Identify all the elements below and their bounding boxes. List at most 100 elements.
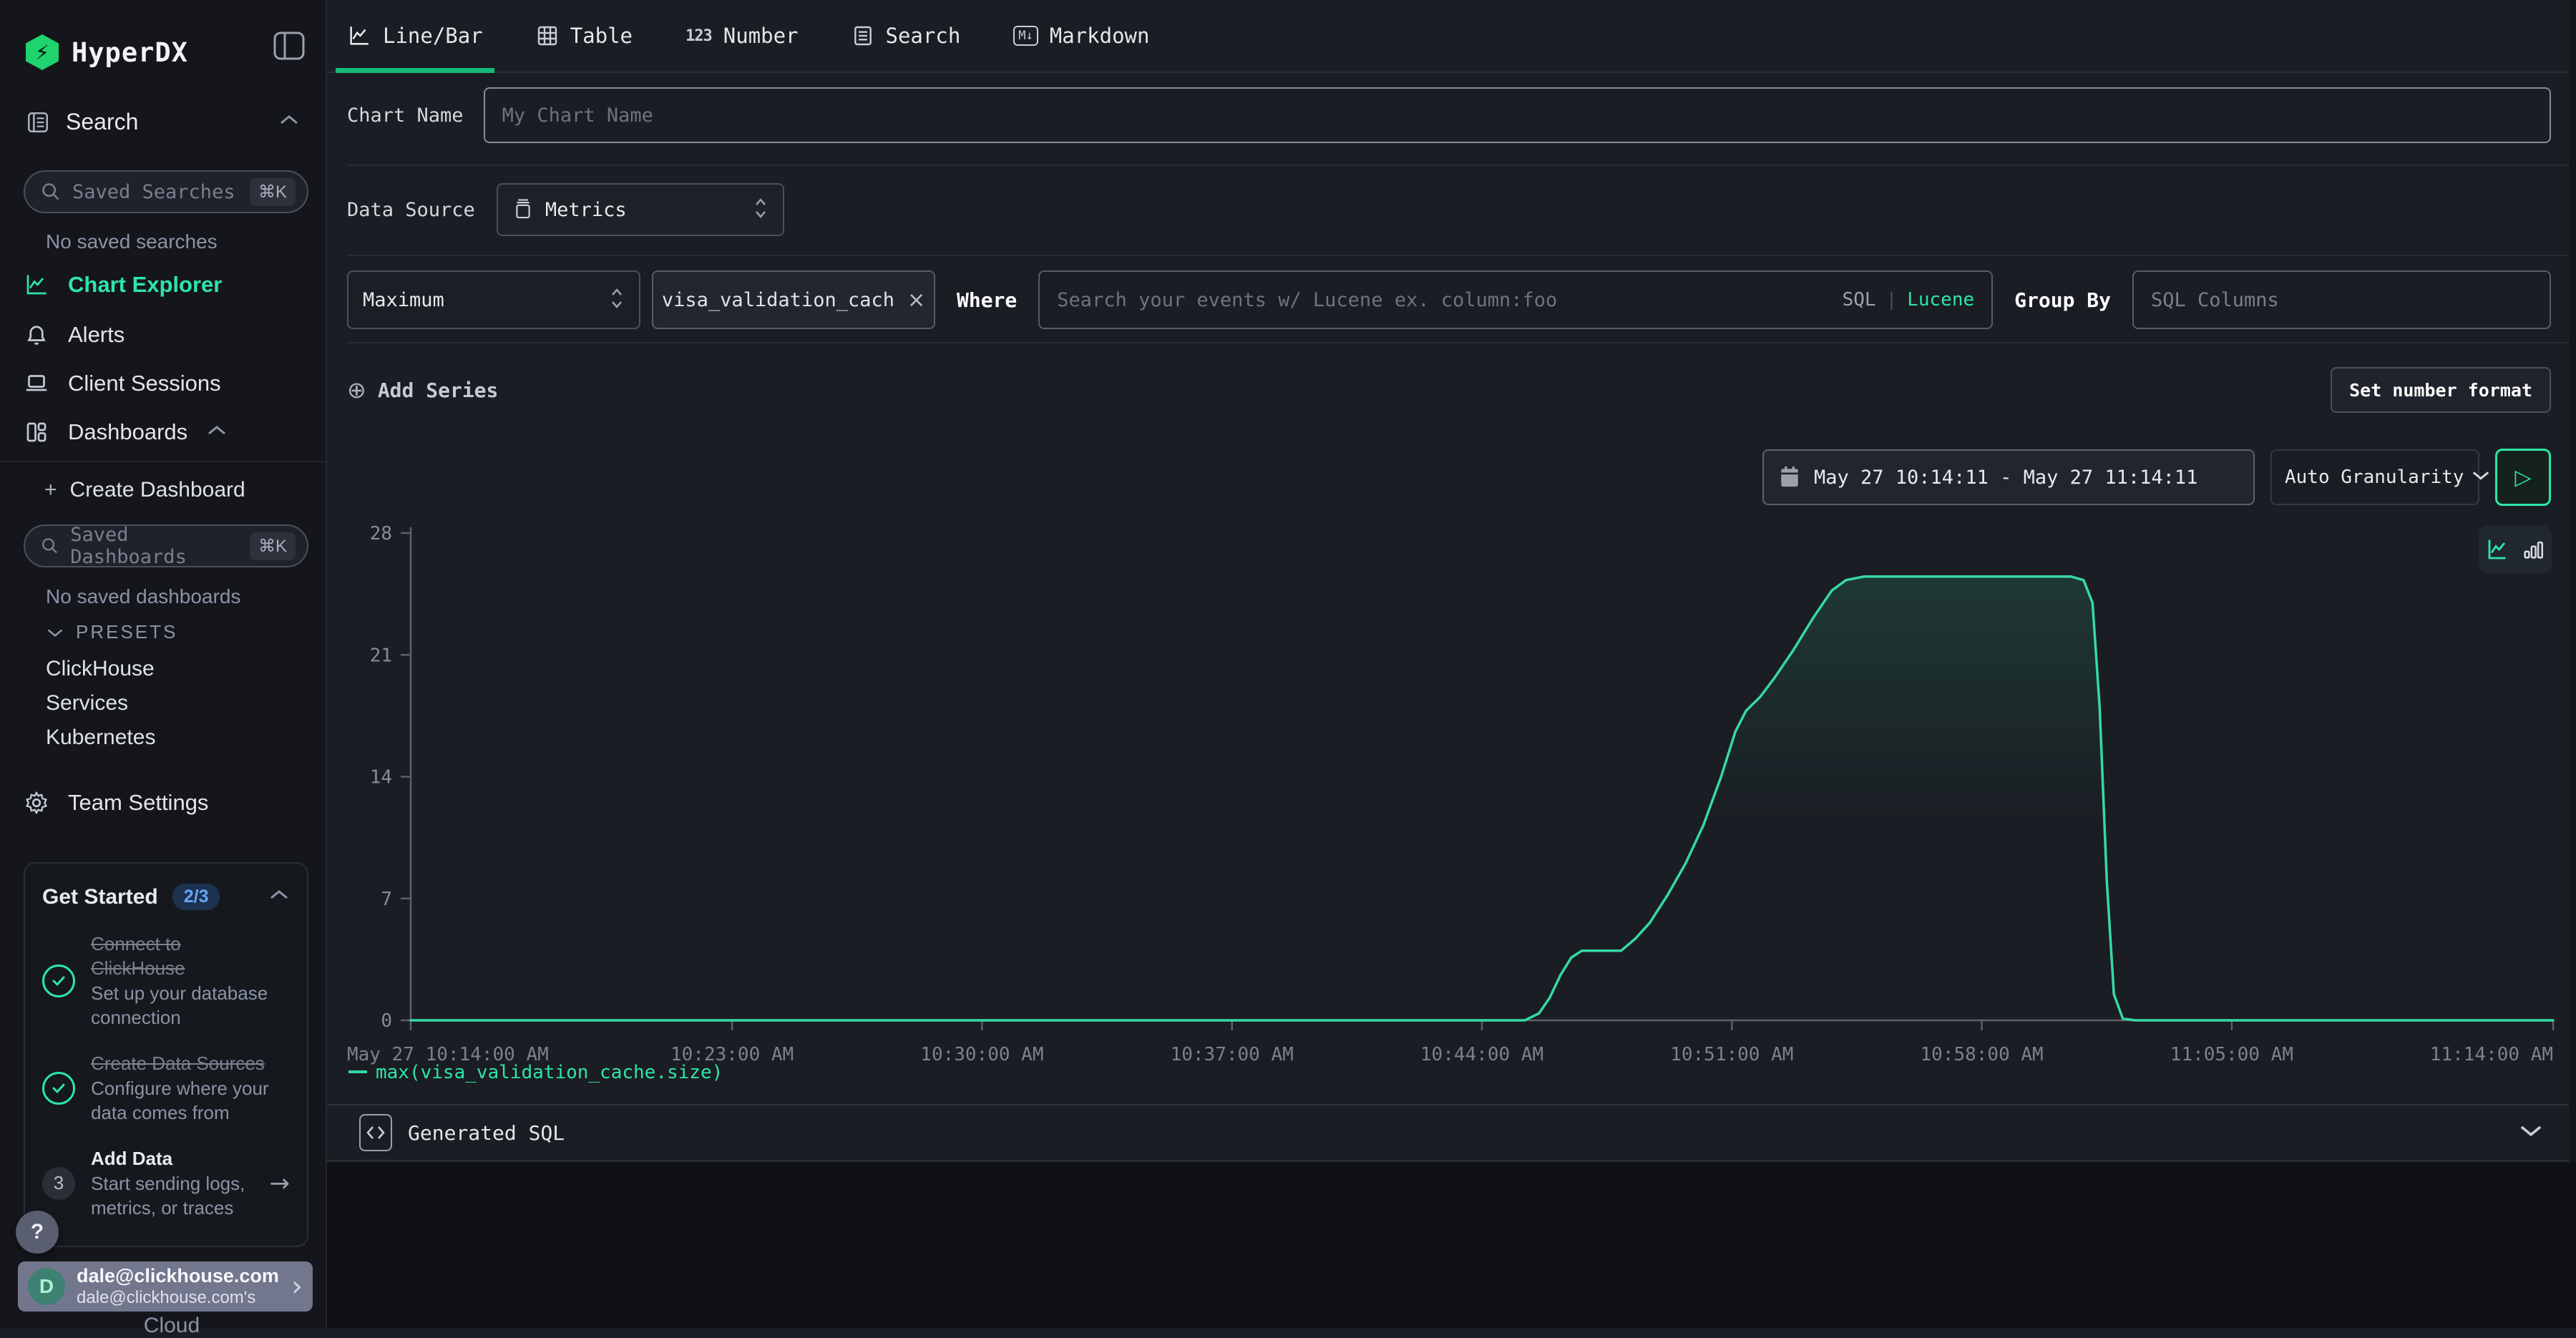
saved-searches-input[interactable]: Saved Searches ⌘K — [24, 170, 308, 213]
chevron-down-icon — [2518, 1123, 2544, 1142]
line-chart-icon — [347, 24, 371, 48]
tab-label: Line/Bar — [383, 24, 483, 48]
database-icon — [512, 198, 534, 221]
tab-line-bar[interactable]: Line/Bar — [347, 0, 483, 72]
chart-name-input[interactable] — [484, 87, 2551, 143]
data-source-value: Metrics — [545, 199, 627, 221]
help-button[interactable]: ? — [16, 1211, 59, 1254]
bell-icon — [24, 322, 49, 348]
set-number-format-button[interactable]: Set number format — [2331, 367, 2551, 413]
search-icon — [41, 536, 59, 556]
get-started-item-title: Create Data Sources — [91, 1053, 265, 1074]
svg-text:11:14:00 AM: 11:14:00 AM — [2430, 1044, 2553, 1065]
data-source-row: Data Source Metrics — [347, 183, 2551, 236]
metric-field-tag[interactable]: visa_validation_cach × — [652, 270, 935, 329]
chart-name-row: Chart Name — [347, 87, 2551, 143]
sql-mode-button[interactable]: SQL — [1843, 289, 1876, 311]
get-started-item-connect[interactable]: Connect to ClickHouse Set up your databa… — [42, 932, 290, 1030]
get-started-item-title: Connect to ClickHouse — [91, 933, 185, 979]
markdown-icon: M↓ — [1013, 26, 1038, 46]
sidebar-section-search-label: Search — [66, 109, 138, 135]
preset-clickhouse[interactable]: ClickHouse — [46, 657, 155, 681]
sidebar-section-search[interactable]: Search — [26, 109, 300, 135]
tab-search[interactable]: Search — [852, 0, 961, 72]
page-bottom-area — [327, 1163, 2576, 1328]
clipped-menu-text: Cloud — [107, 1314, 236, 1338]
events-search-placeholder: Search your events w/ Lucene ex. column:… — [1057, 289, 1832, 311]
language-divider: | — [1886, 289, 1898, 311]
events-search-input[interactable]: Search your events w/ Lucene ex. column:… — [1038, 270, 1993, 329]
presets-toggle[interactable]: PRESETS — [46, 621, 177, 643]
svg-text:14: 14 — [370, 767, 392, 788]
chart-type-tabbar: Line/Bar Table 123 Number Search M↓ Mark… — [327, 0, 2576, 73]
get-started-item-subtitle: Set up your database connection — [91, 982, 268, 1028]
number-123-icon: 123 — [686, 27, 712, 45]
select-chevrons-icon — [609, 286, 625, 313]
sidebar-item-label: Team Settings — [68, 790, 208, 816]
tab-number[interactable]: 123 Number — [686, 0, 799, 72]
sidebar-divider — [0, 461, 326, 462]
lucene-mode-button[interactable]: Lucene — [1907, 289, 1974, 311]
profile-org: dale@clickhouse.com's — [77, 1288, 279, 1308]
group-by-input[interactable]: SQL Columns — [2132, 270, 2551, 329]
add-series-button[interactable]: ⊕ Add Series — [347, 376, 498, 404]
avatar: D — [28, 1268, 65, 1305]
add-series-label: Add Series — [378, 379, 499, 402]
code-icon — [359, 1114, 392, 1151]
svg-text:10:51:00 AM: 10:51:00 AM — [1670, 1044, 1793, 1065]
divider — [347, 255, 2576, 256]
group-by-label: Group By — [2014, 288, 2111, 312]
chevron-up-icon[interactable] — [268, 889, 290, 905]
sidebar-item-alerts[interactable]: Alerts — [24, 322, 302, 348]
saved-dashboards-shortcut: ⌘K — [250, 532, 296, 560]
collapse-sidebar-icon[interactable] — [273, 31, 305, 63]
aggregation-select[interactable]: Maximum — [347, 270, 640, 329]
arrow-right-icon: → — [270, 1169, 291, 1198]
remove-metric-icon[interactable]: × — [907, 288, 925, 313]
data-source-label: Data Source — [347, 199, 475, 221]
svg-text:max(visa_validation_cache.size: max(visa_validation_cache.size) — [376, 1062, 723, 1083]
create-dashboard-label: Create Dashboard — [70, 478, 245, 502]
saved-dashboards-input[interactable]: Saved Dashboards ⌘K — [24, 524, 308, 567]
tab-label: Search — [886, 24, 961, 48]
sidebar-item-label: Client Sessions — [68, 371, 221, 396]
series-actions-row: ⊕ Add Series Set number format — [347, 358, 2551, 422]
app-title: HyperDX — [72, 37, 188, 68]
group-by-placeholder: SQL Columns — [2151, 289, 2279, 311]
data-source-select[interactable]: Metrics — [497, 183, 784, 236]
hyperdx-logo-icon: ⚡ — [26, 34, 59, 70]
get-started-progress-badge: 2/3 — [172, 884, 220, 910]
no-saved-dashboards-text: No saved dashboards — [46, 585, 240, 608]
tab-label: Markdown — [1050, 24, 1150, 48]
sidebar-item-client-sessions[interactable]: Client Sessions — [24, 371, 302, 396]
divider — [347, 342, 2576, 343]
get-started-item-subtitle: Configure where your data comes from — [91, 1078, 269, 1123]
get-started-item-subtitle: Start sending logs, metrics, or traces — [91, 1173, 245, 1219]
get-started-item-title: Add Data — [91, 1148, 172, 1169]
sidebar-item-label: Alerts — [68, 322, 125, 348]
svg-text:10:30:00 AM: 10:30:00 AM — [920, 1044, 1043, 1065]
get-started-card: Get Started 2/3 Connect to ClickHouse Se… — [24, 862, 308, 1247]
sidebar-item-team-settings[interactable]: Team Settings — [24, 790, 302, 816]
get-started-title: Get Started — [42, 885, 158, 909]
sidebar-item-chart-explorer[interactable]: Chart Explorer — [24, 272, 302, 298]
svg-text:10:44:00 AM: 10:44:00 AM — [1420, 1044, 1543, 1065]
tab-label: Table — [570, 24, 633, 48]
preset-kubernetes[interactable]: Kubernetes — [46, 726, 155, 750]
layout-grid-icon — [24, 419, 49, 445]
svg-text:11:05:00 AM: 11:05:00 AM — [2170, 1044, 2293, 1065]
table-icon — [536, 24, 559, 47]
search-icon — [41, 182, 61, 202]
preset-services[interactable]: Services — [46, 691, 128, 716]
sidebar-item-dashboards[interactable]: Dashboards — [24, 419, 302, 445]
create-dashboard-button[interactable]: + Create Dashboard — [44, 478, 245, 502]
get-started-item-add-data[interactable]: 3 Add Data Start sending logs, metrics, … — [42, 1146, 290, 1220]
generated-sql-toggle[interactable]: Generated SQL — [327, 1104, 2576, 1161]
profile-menu[interactable]: D dale@clickhouse.com dale@clickhouse.co… — [18, 1261, 313, 1312]
tab-markdown[interactable]: M↓ Markdown — [1013, 0, 1149, 72]
svg-text:7: 7 — [381, 889, 392, 910]
tab-table[interactable]: Table — [536, 0, 633, 72]
plus-icon: + — [44, 478, 57, 502]
get-started-item-datasources[interactable]: Create Data Sources Configure where your… — [42, 1051, 290, 1125]
select-chevrons-icon — [753, 196, 769, 223]
